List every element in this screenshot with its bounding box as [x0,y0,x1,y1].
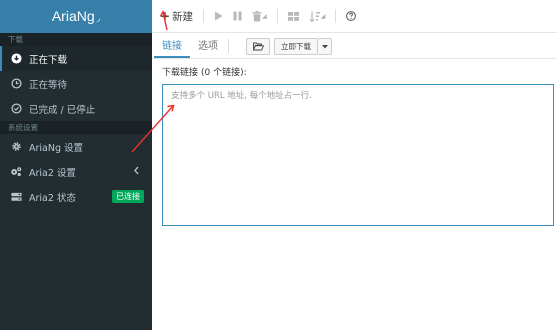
delete-button[interactable]: ◢ [252,10,267,22]
app-logo[interactable]: AriaNg ◞ [0,0,152,33]
pause-button[interactable] [233,11,242,21]
links-label: 下载链接 (0 个链接): [162,65,547,78]
new-task-label: 新建 [172,10,194,23]
plus-icon: + [160,9,171,23]
download-circle-icon [9,53,23,64]
new-task-button[interactable]: + 新建 [160,9,193,24]
links-panel: 下载链接 (0 个链接): 支持多个 URL 地址, 每个地址占一行. [152,59,557,226]
select-all-button[interactable] [287,11,299,21]
help-icon [346,11,357,21]
download-now-button[interactable]: 立即下载 [274,38,318,55]
help-button[interactable] [346,11,357,21]
gear-icon [9,141,23,152]
trash-icon [252,10,262,21]
pause-icon [233,11,242,21]
tab-divider [228,39,229,53]
download-now-dropdown[interactable] [318,38,332,55]
links-count: (0 个链接): [201,68,247,78]
server-icon [9,192,23,202]
sort-icon [309,11,320,22]
sidebar-item-aria2-status[interactable]: Aria2 状态 已连接 [0,184,152,209]
sort-button[interactable]: ◢ [309,11,326,22]
tab-options[interactable]: 选项 [190,37,226,58]
section-header-settings: 系统设置 [0,121,152,134]
sidebar-item-label: Aria2 设置 [29,167,76,179]
section-header-download: 下载 [0,33,152,46]
toolbar: + 新建 ◢ ◢ [152,0,557,33]
toolbar-divider [335,9,337,23]
clock-icon [9,78,23,89]
sidebar-item-ariang-settings[interactable]: AriaNg 设置 [0,134,152,159]
grid-icon [287,11,299,21]
start-button[interactable] [214,11,223,21]
sidebar: AriaNg ◞ 下载 正在下载 正在等待 已完成 / 已停止 系统设置 Aria… [0,0,152,330]
status-badge: 已连接 [112,190,144,203]
sidebar-item-aria2-settings[interactable]: Aria2 设置 [0,159,152,184]
dropdown-caret-icon: ◢ [320,12,326,20]
sidebar-item-label: Aria2 状态 [29,192,76,204]
sidebar-item-label: 正在下载 [29,54,68,66]
main-content: + 新建 ◢ ◢ 链接 选项 立即下载 下载链接 (0 个链接): 支持多个 U… [152,0,557,330]
tab-links[interactable]: 链接 [154,37,190,58]
sidebar-item-waiting[interactable]: 正在等待 [0,71,152,96]
dropdown-caret-icon: ◢ [262,12,267,20]
chevron-left-icon[interactable] [133,166,140,178]
gears-icon [9,166,23,177]
open-file-button[interactable] [246,38,270,55]
play-icon [215,11,223,21]
sidebar-item-label: 正在等待 [29,79,68,91]
folder-open-icon [252,42,264,51]
toolbar-divider [203,9,205,23]
check-circle-icon [9,103,23,114]
links-textarea[interactable]: 支持多个 URL 地址, 每个地址占一行. [162,84,554,226]
caret-icon: ◞ [96,13,101,23]
sidebar-item-label: 已完成 / 已停止 [29,104,96,116]
toolbar-divider [276,9,278,23]
tabs-bar: 链接 选项 立即下载 [152,33,557,59]
sidebar-item-downloading[interactable]: 正在下载 [0,46,152,71]
sidebar-item-stopped[interactable]: 已完成 / 已停止 [0,96,152,121]
sidebar-item-label: AriaNg 设置 [29,142,84,154]
caret-down-icon [321,44,328,48]
links-label-text: 下载链接 [162,68,199,78]
app-title: AriaNg [51,8,95,24]
